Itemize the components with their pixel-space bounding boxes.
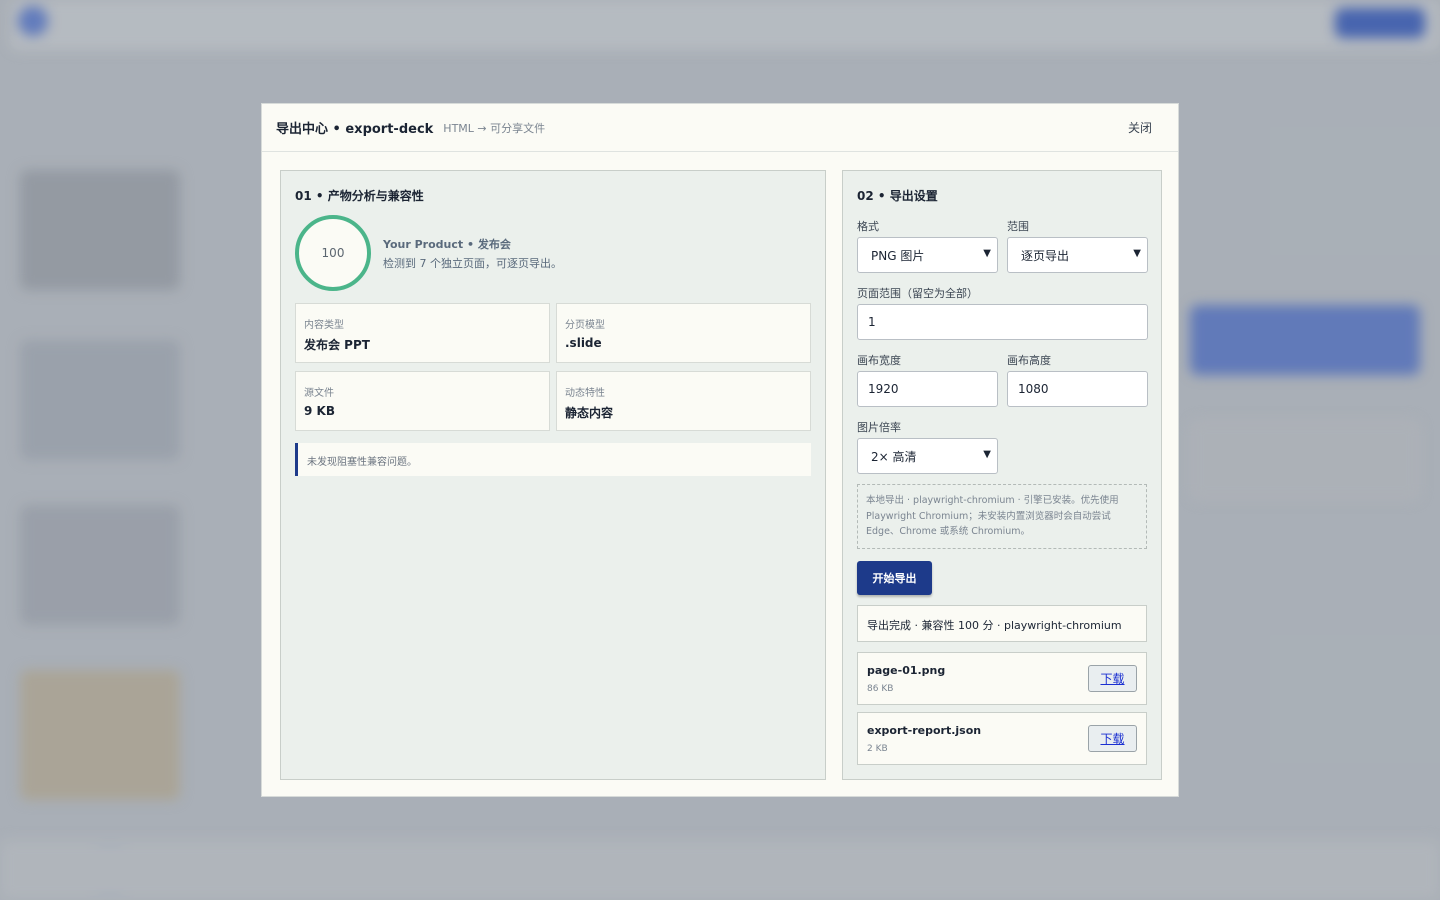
compatibility-score-ring: 100: [295, 215, 371, 291]
chevron-down-icon: ▼: [1133, 248, 1141, 259]
format-select[interactable]: PNG 图片 ▼: [857, 237, 998, 273]
start-export-button[interactable]: 开始导出: [857, 561, 932, 595]
card-value: 9 KB: [304, 404, 335, 418]
close-button[interactable]: 关闭: [1128, 119, 1152, 136]
card-label: 分页模型: [565, 320, 605, 331]
format-label: 格式: [857, 220, 879, 233]
range-label: 范围: [1007, 220, 1029, 233]
hint-line: 本地导出 · playwright-chromium · 引擎已安装。优先使用: [866, 495, 1119, 506]
page-range-input[interactable]: 1: [857, 304, 1148, 340]
file-size: 2 KB: [867, 744, 888, 754]
info-card-page-model: 分页模型 .slide: [556, 303, 811, 363]
range-select-value: 逐页导出: [1021, 248, 1070, 263]
dialog-header: 导出中心 • export-deck HTML → 可分享文件 关闭: [262, 104, 1178, 152]
product-name: Your Product • 发布会: [383, 238, 511, 251]
compatibility-score: 100: [321, 246, 345, 260]
settings-panel: 02 • 导出设置 格式 PNG 图片 ▼ 范围 逐页导出 ▼ 页面范围（留空为…: [842, 170, 1162, 780]
page-range-label: 页面范围（留空为全部）: [857, 287, 978, 300]
download-button[interactable]: 下载: [1088, 725, 1137, 752]
info-card-dynamic-features: 动态特性 静态内容: [556, 371, 811, 431]
image-scale-label: 图片倍率: [857, 421, 901, 434]
file-name: export-report.json: [867, 724, 982, 737]
info-card-content-type: 内容类型 发布会 PPT: [295, 303, 550, 363]
card-label: 源文件: [304, 388, 334, 399]
card-value: 发布会 PPT: [304, 338, 370, 352]
download-button[interactable]: 下载: [1088, 665, 1137, 692]
range-select[interactable]: 逐页导出 ▼: [1007, 237, 1148, 273]
export-dialog: 导出中心 • export-deck HTML → 可分享文件 关闭 01 • …: [261, 103, 1179, 797]
file-item: export-report.json 2 KB 下载: [857, 712, 1147, 765]
hint-line: Edge、Chrome 或系统 Chromium。: [866, 526, 1031, 537]
file-name: page-01.png: [867, 664, 946, 677]
card-value: 静态内容: [565, 406, 614, 420]
analysis-title: 01 • 产物分析与兼容性: [295, 189, 424, 203]
card-value: .slide: [565, 336, 602, 350]
canvas-width-input[interactable]: 1920: [857, 371, 998, 407]
card-label: 内容类型: [304, 320, 344, 331]
chevron-down-icon: ▼: [983, 248, 991, 259]
page-range-value: 1: [868, 315, 876, 329]
file-item: page-01.png 86 KB 下载: [857, 652, 1147, 705]
engine-hint: 本地导出 · playwright-chromium · 引擎已安装。优先使用 …: [857, 484, 1147, 549]
canvas-width-label: 画布宽度: [857, 354, 901, 367]
dialog-subtitle: HTML → 可分享文件: [443, 121, 546, 135]
canvas-height-value: 1080: [1018, 382, 1049, 396]
compatibility-notice: 未发现阻塞性兼容问题。: [295, 443, 811, 476]
product-description: 检测到 7 个独立页面，可逐页导出。: [383, 257, 562, 270]
canvas-height-input[interactable]: 1080: [1007, 371, 1148, 407]
image-scale-select[interactable]: 2× 高清 ▼: [857, 438, 998, 474]
info-card-source-file: 源文件 9 KB: [295, 371, 550, 431]
file-size: 86 KB: [867, 684, 894, 694]
analysis-panel: 01 • 产物分析与兼容性 100 Your Product • 发布会 检测到…: [280, 170, 826, 780]
canvas-height-label: 画布高度: [1007, 354, 1051, 367]
chevron-down-icon: ▼: [983, 449, 991, 460]
settings-title: 02 • 导出设置: [857, 189, 938, 203]
export-status: 导出完成 · 兼容性 100 分 · playwright-chromium: [857, 605, 1147, 642]
hint-line: Playwright Chromium；未安装内置浏览器时会自动尝试: [866, 510, 1111, 522]
image-scale-value: 2× 高清: [871, 449, 917, 464]
dialog-title: 导出中心 • export-deck: [276, 122, 434, 137]
format-select-value: PNG 图片: [871, 248, 925, 263]
card-label: 动态特性: [565, 388, 605, 399]
canvas-width-value: 1920: [868, 382, 899, 396]
